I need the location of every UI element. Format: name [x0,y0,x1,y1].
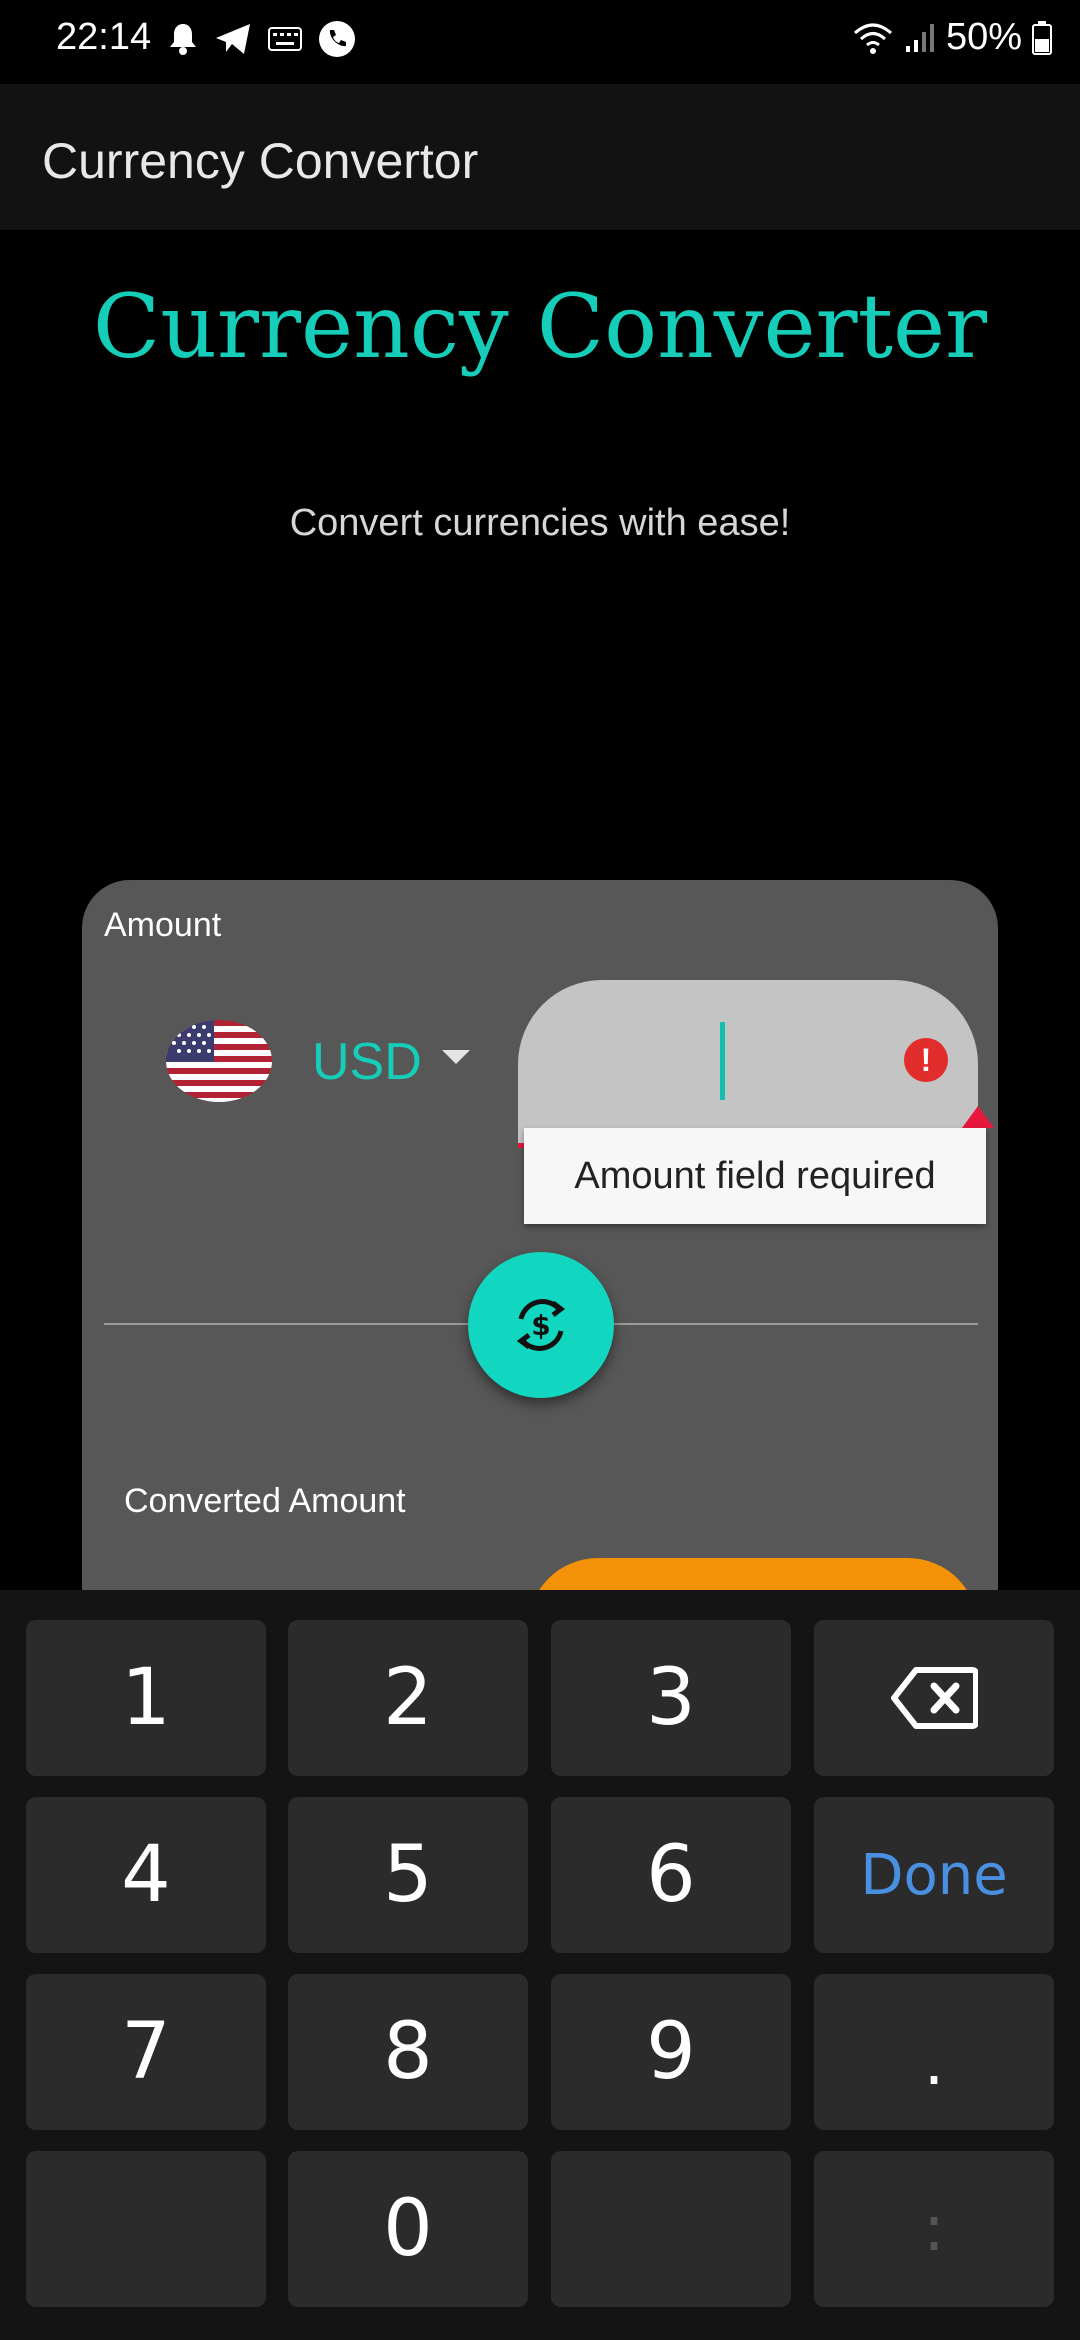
colon-key[interactable]: : [814,2151,1054,2307]
key-7[interactable]: 7 [26,1974,266,2130]
text-caret [720,1022,725,1100]
notification-bell-icon [170,24,196,55]
status-time: 22:14 [56,16,152,58]
key-8[interactable]: 8 [288,1974,528,2130]
amount-label: Amount [104,906,222,944]
key-1[interactable]: 1 [26,1620,266,1776]
page-subtitle: Convert currencies with ease! [289,502,791,544]
currency-exchange-icon: $ [516,1299,566,1351]
swap-currency-button[interactable]: $ [468,1252,614,1398]
phone-call-icon [319,21,355,57]
app-bar: Currency Convertor [0,84,1080,230]
converted-amount-label: Converted Amount [124,1482,406,1520]
telegram-icon [216,24,250,54]
currency-selector[interactable]: USD [312,1032,422,1092]
battery-percent: 50% [945,16,1022,58]
app-bar-title: Currency Convertor [42,133,479,189]
wifi-icon [853,23,892,54]
status-left-icons [168,20,356,58]
error-tooltip-pointer [962,1106,994,1128]
converter-card: Amount USD ! Amount field required $ Con… [82,880,998,1678]
key-0[interactable]: 0 [288,2151,528,2307]
numeric-keyboard: 1 2 3 4 5 6 Done 7 8 9 . 0 : [0,1590,1080,2340]
empty-key-left [26,2151,266,2307]
chevron-down-icon[interactable] [442,1050,470,1064]
us-flag-icon[interactable] [166,1020,272,1102]
error-icon: ! [904,1038,948,1082]
status-bar: 22:14 50% [0,0,1080,84]
decimal-key[interactable]: . [814,1974,1054,2130]
backspace-key[interactable] [814,1620,1054,1776]
amount-input[interactable]: ! [518,980,978,1148]
backspace-icon [891,1667,978,1729]
key-9[interactable]: 9 [551,1974,791,2130]
key-2[interactable]: 2 [288,1620,528,1776]
key-6[interactable]: 6 [551,1797,791,1953]
battery-icon [1032,20,1052,55]
key-4[interactable]: 4 [26,1797,266,1953]
error-tooltip: Amount field required [524,1128,986,1224]
done-key[interactable]: Done [814,1797,1054,1953]
page-title: Currency Converter [92,275,988,378]
status-right: 50% [852,16,1052,59]
error-message: Amount field required [574,1155,936,1197]
svg-text:$: $ [531,1309,550,1342]
keyboard-icon [268,27,302,51]
key-3[interactable]: 3 [551,1620,791,1776]
signal-icon [905,23,934,52]
key-5[interactable]: 5 [288,1797,528,1953]
empty-key-right [551,2151,791,2307]
